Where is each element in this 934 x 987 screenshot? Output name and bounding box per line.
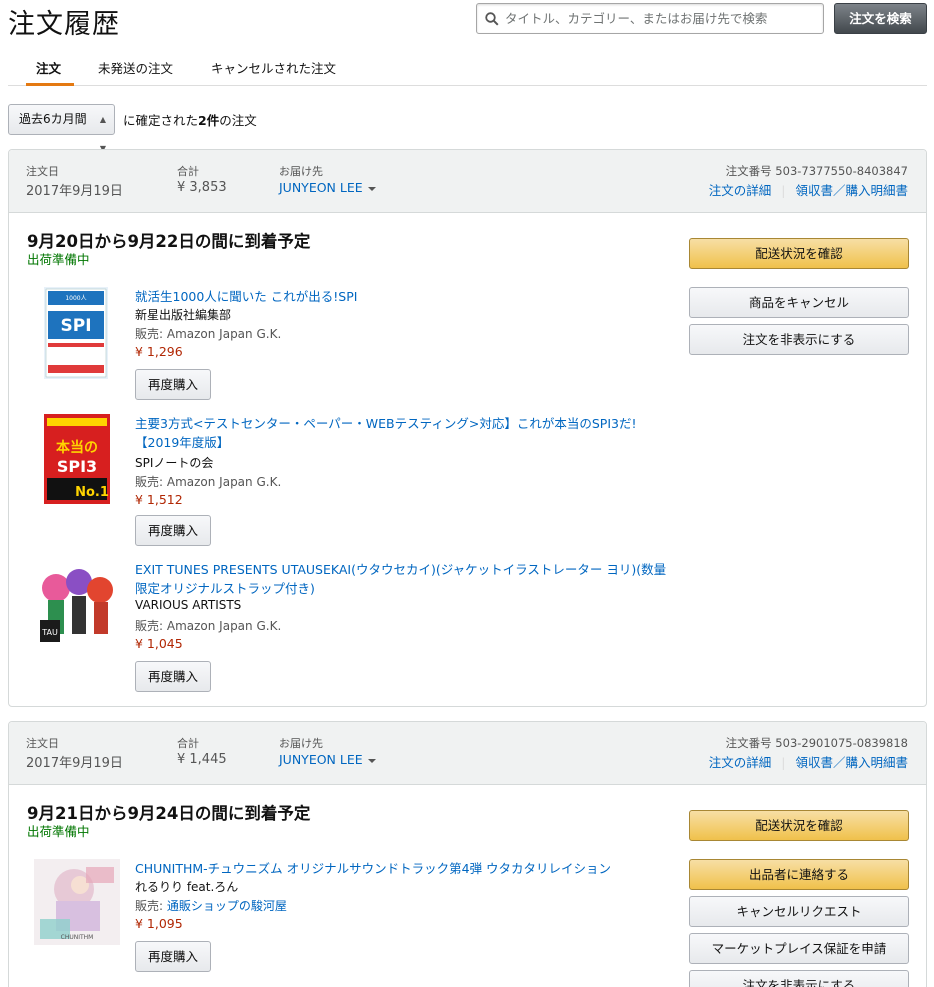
product-author: れるりり feat.ろん	[135, 880, 239, 894]
buy-again-button[interactable]: 再度購入	[135, 941, 211, 972]
buy-again-button[interactable]: 再度購入	[135, 515, 211, 546]
order-date-label: 注文日	[26, 165, 59, 178]
order-date-label: 注文日	[26, 737, 59, 750]
seller-name: Amazon Japan G.K.	[166, 475, 282, 489]
order-item: 本当の SPI3 No.1 主要3方式<テストセンター・ペーパー・WEBテスティ…	[27, 414, 667, 546]
svg-text:SPI: SPI	[60, 316, 91, 336]
product-price: ¥ 1,512	[135, 492, 183, 507]
buy-again-button[interactable]: 再度購入	[135, 661, 211, 692]
seller-name: Amazon Japan G.K.	[166, 619, 282, 633]
ship-to-label: お届け先	[279, 165, 323, 178]
seller-prefix: 販売:	[135, 899, 167, 913]
hide-order-button[interactable]: 注文を非表示にする	[689, 970, 909, 987]
order-links: 注文の詳細 | 領収書／購入明細書	[708, 755, 908, 770]
order-card: 注文日 2017年9月19日 合計 ¥ 3,853 お届け先 JUNYEON L…	[8, 149, 927, 707]
hide-order-button[interactable]: 注文を非表示にする	[689, 324, 909, 355]
product-image[interactable]: TAU	[34, 560, 119, 650]
product-title-link[interactable]: EXIT TUNES PRESENTS UTAUSEKAI(ウタウセカイ)(ジャ…	[135, 560, 675, 598]
order-date: 2017年9月19日	[26, 756, 123, 771]
order-total: ¥ 3,853	[177, 180, 227, 195]
summary-suffix: の注文	[219, 113, 257, 128]
order-item: 1000人 SPI 就活生1000人に聞いた これが出る!SPI 新星出版社編集…	[27, 287, 667, 402]
recipient-name: JUNYEON LEE	[279, 752, 363, 767]
summary-prefix: に確定された	[123, 113, 199, 128]
product-author: 新星出版社編集部	[135, 308, 232, 322]
product-seller: 販売: Amazon Japan G.K.	[135, 473, 281, 490]
order-item: TAU EXIT TUNES PRESENTS UTAUSEKAI(ウタウセカイ…	[27, 560, 667, 692]
order-tabs: 注文 未発送の注文 キャンセルされた注文	[8, 52, 927, 86]
search-box[interactable]	[476, 3, 824, 34]
tab-orders[interactable]: 注文	[36, 58, 61, 77]
recipient-dropdown[interactable]: JUNYEON LEE	[279, 752, 376, 767]
order-date: 2017年9月19日	[26, 184, 123, 199]
page-title: 注文履歴	[8, 9, 120, 40]
order-header: 注文日 2017年9月19日 合計 ¥ 3,853 お届け先 JUNYEON L…	[9, 150, 926, 213]
invoice-link[interactable]: 領収書／購入明細書	[795, 755, 908, 770]
order-count-summary: に確定された2件の注文	[123, 110, 257, 129]
product-price: ¥ 1,045	[135, 636, 183, 651]
total-label: 合計	[177, 165, 199, 178]
product-seller: 販売: Amazon Japan G.K.	[135, 325, 281, 342]
order-details-link[interactable]: 注文の詳細	[709, 183, 772, 198]
seller-prefix: 販売:	[135, 475, 167, 489]
product-price: ¥ 1,296	[135, 344, 183, 359]
search-orders-button[interactable]: 注文を検索	[834, 3, 927, 34]
order-links: 注文の詳細 | 領収書／購入明細書	[708, 183, 908, 198]
contact-seller-button[interactable]: 出品者に連絡する	[689, 859, 909, 890]
order-header: 注文日 2017年9月19日 合計 ¥ 1,445 お届け先 JUNYEON L…	[9, 722, 926, 785]
shipping-status: 出荷準備中	[27, 824, 90, 839]
caret-down-icon	[367, 758, 376, 763]
time-range-select[interactable]: 過去6カ月間 ▲▼	[8, 104, 115, 153]
order-number: 注文番号 503-7377550-8403847	[725, 164, 908, 178]
product-author: SPIノートの会	[135, 456, 214, 470]
product-title-link[interactable]: CHUNITHM-チュウニズム オリジナルサウンドトラック第4弾 ウタカタリレイ…	[135, 859, 675, 878]
svg-text:SPI3: SPI3	[57, 457, 97, 476]
total-label: 合計	[177, 737, 199, 750]
buy-again-button[interactable]: 再度購入	[135, 369, 211, 400]
track-package-button[interactable]: 配送状況を確認	[689, 238, 909, 269]
recipient-name: JUNYEON LEE	[279, 180, 363, 195]
order-total: ¥ 1,445	[177, 752, 227, 767]
tab-unshipped[interactable]: 未発送の注文	[98, 58, 173, 77]
active-tab-indicator	[26, 83, 74, 86]
svg-text:CHUNITHM: CHUNITHM	[61, 934, 94, 941]
product-price: ¥ 1,095	[135, 916, 183, 931]
seller-link[interactable]: 通販ショップの駿河屋	[167, 899, 287, 913]
order-item: CHUNITHM CHUNITHM-チュウニズム オリジナルサウンドトラック第4…	[27, 859, 667, 979]
tab-cancelled[interactable]: キャンセルされた注文	[211, 58, 336, 77]
svg-text:1000人: 1000人	[65, 295, 86, 302]
product-title-link[interactable]: 就活生1000人に聞いた これが出る!SPI	[135, 287, 675, 306]
search-input[interactable]	[505, 4, 817, 33]
order-count: 2件	[198, 113, 220, 128]
cancel-request-button[interactable]: キャンセルリクエスト	[689, 896, 909, 927]
seller-prefix: 販売:	[135, 619, 167, 633]
invoice-link[interactable]: 領収書／購入明細書	[795, 183, 908, 198]
product-image[interactable]: CHUNITHM	[34, 859, 120, 945]
product-image[interactable]: 1000人 SPI	[44, 287, 108, 379]
product-image[interactable]: 本当の SPI3 No.1	[44, 414, 110, 504]
seller-name: Amazon Japan G.K.	[166, 327, 282, 341]
product-title-link[interactable]: 主要3方式<テストセンター・ペーパー・WEBテスティング>対応】これが本当のSP…	[135, 414, 675, 452]
svg-text:No.1: No.1	[75, 485, 109, 500]
svg-text:TAU: TAU	[41, 628, 58, 637]
svg-text:本当の: 本当の	[56, 439, 98, 456]
ship-to-label: お届け先	[279, 737, 323, 750]
order-number: 注文番号 503-2901075-0839818	[725, 736, 908, 750]
shipping-status: 出荷準備中	[27, 252, 90, 267]
cancel-items-button[interactable]: 商品をキャンセル	[689, 287, 909, 318]
time-range-value: 過去6カ月間	[19, 112, 87, 126]
recipient-dropdown[interactable]: JUNYEON LEE	[279, 180, 376, 195]
product-author: VARIOUS ARTISTS	[135, 598, 242, 612]
order-card: 注文日 2017年9月19日 合計 ¥ 1,445 お届け先 JUNYEON L…	[8, 721, 927, 987]
seller-prefix: 販売:	[135, 327, 167, 341]
product-seller: 販売: Amazon Japan G.K.	[135, 617, 281, 634]
marketplace-guarantee-button[interactable]: マーケットプレイス保証を申請	[689, 933, 909, 964]
search-icon	[485, 12, 499, 26]
order-details-link[interactable]: 注文の詳細	[709, 755, 772, 770]
product-seller: 販売: 通販ショップの駿河屋	[135, 897, 287, 914]
caret-down-icon	[367, 186, 376, 191]
track-package-button[interactable]: 配送状況を確認	[689, 810, 909, 841]
